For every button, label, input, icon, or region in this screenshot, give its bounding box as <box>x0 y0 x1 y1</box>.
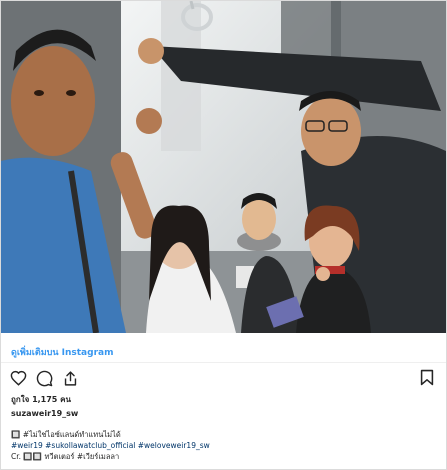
caption-credit: Cr. 🔲🔲 ทวีตเตอร์ #เวียร์เมลลา <box>11 452 120 461</box>
comment-icon[interactable] <box>35 369 53 387</box>
post-caption: 🔲 #ไม่ใช่ไอซ์แลนด์ทำแทนไม่ได้ #weir19 #s… <box>11 429 436 462</box>
share-icon[interactable] <box>61 369 79 387</box>
caption-line: 🔲 #ไม่ใช่ไอซ์แลนด์ทำแทนไม่ได้ <box>11 430 121 439</box>
group-selfie-in-train-image <box>1 1 446 333</box>
action-bar <box>9 368 79 388</box>
likes-count: ถูกใจ 1,175 คน <box>11 395 71 404</box>
view-more-on-instagram-link[interactable]: ดูเพิ่มเติมบน Instagram <box>11 345 113 359</box>
caption-hashtags[interactable]: #weir19 #sukollawatclub_official #welove… <box>11 440 436 451</box>
post-username[interactable]: suzaweir19_sw <box>11 409 78 418</box>
bookmark-icon[interactable] <box>418 368 436 386</box>
heart-icon[interactable] <box>9 369 27 387</box>
divider <box>1 362 446 363</box>
instagram-embed-card: ดูเพิ่มเติมบน Instagram ถูกใจ 1,175 คน s… <box>0 0 447 470</box>
post-photo[interactable] <box>1 1 446 333</box>
